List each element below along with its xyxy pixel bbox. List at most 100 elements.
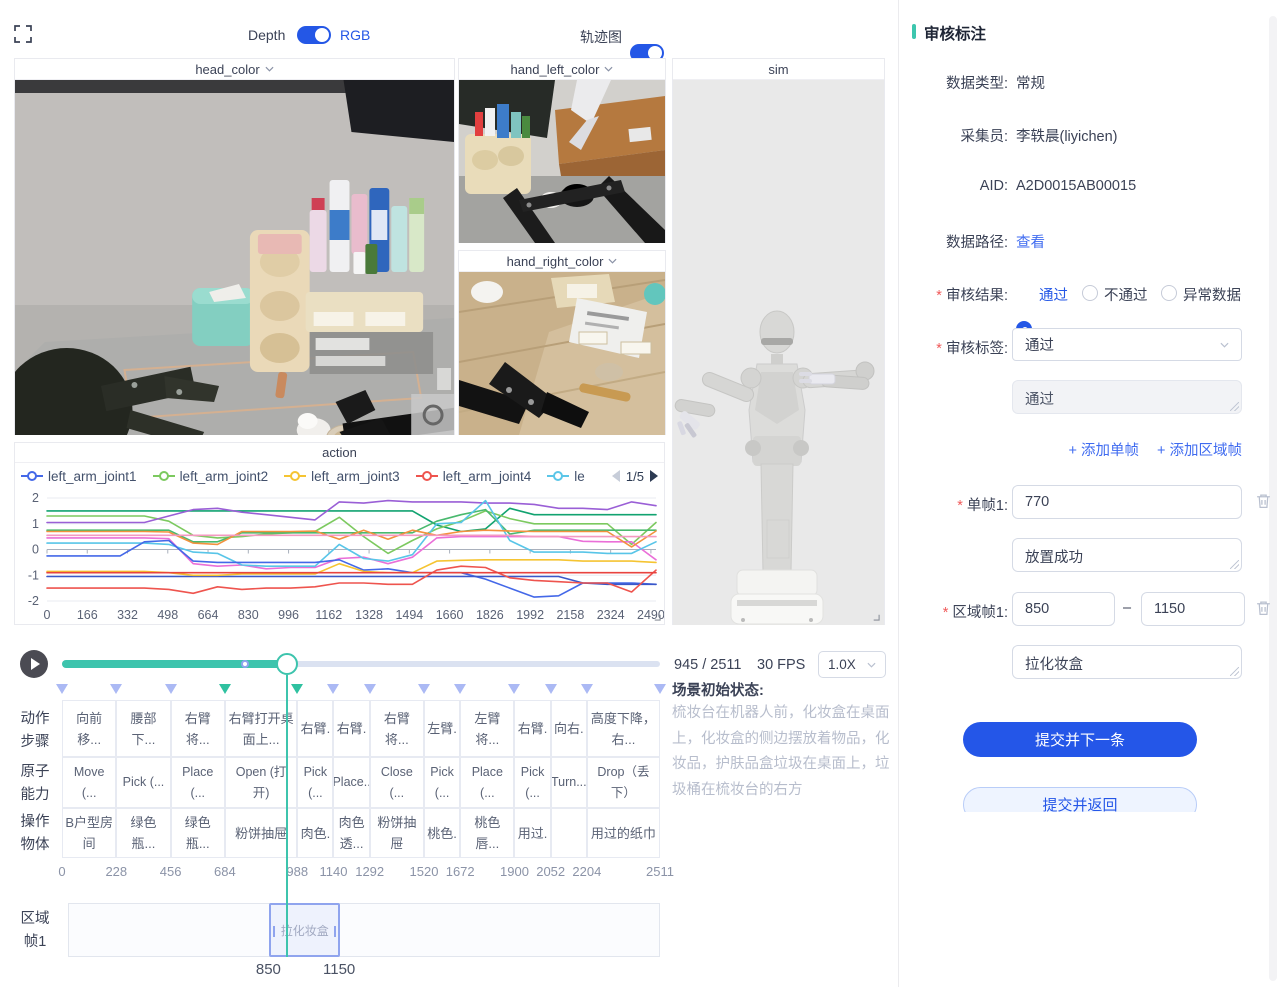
radio-fail[interactable]: [1082, 285, 1098, 301]
resize-corner-icon[interactable]: [871, 612, 880, 621]
legend-item[interactable]: left_arm_joint4: [416, 469, 532, 484]
segment-marker-icon[interactable]: [291, 684, 303, 694]
radio-abnormal[interactable]: [1161, 285, 1177, 301]
segment-marker-icon[interactable]: [364, 684, 376, 694]
svg-text:2158: 2158: [556, 608, 584, 622]
legend-next-icon[interactable]: [650, 470, 658, 482]
hand-right-camera-header[interactable]: hand_right_color: [459, 251, 665, 272]
playhead-line: [286, 675, 288, 957]
play-button[interactable]: [20, 650, 48, 678]
legend-item[interactable]: le: [547, 469, 585, 484]
review-tag-note-value: 通过: [1025, 392, 1054, 408]
fullscreen-icon[interactable]: [14, 25, 32, 43]
data-path-link[interactable]: 查看: [1016, 231, 1045, 252]
region-end-input[interactable]: [1141, 592, 1245, 626]
timeline-cell[interactable]: 左臂.: [424, 700, 460, 757]
radio-fail-label[interactable]: 不通过: [1104, 284, 1148, 305]
hand-right-camera-panel: hand_right_color: [458, 250, 666, 435]
segment-marker-icon[interactable]: [327, 684, 339, 694]
timeline-cell[interactable]: 肉色透...: [333, 808, 369, 858]
timeline-cell[interactable]: 用过.: [514, 808, 550, 858]
progress-handle[interactable]: [276, 653, 298, 675]
add-single-frame-link[interactable]: + 添加单帧: [1069, 439, 1140, 460]
legend-item[interactable]: left_arm_joint1: [21, 469, 137, 484]
segment-marker-icon[interactable]: [56, 684, 68, 694]
region-start-frame: 850: [256, 961, 281, 978]
timeline-cell[interactable]: Place (...: [171, 757, 225, 808]
timeline-cell[interactable]: 肉色.: [297, 808, 333, 858]
legend-prev-icon[interactable]: [612, 470, 620, 482]
timeline-cell[interactable]: Pick (...: [297, 757, 333, 808]
segment-marker-icon[interactable]: [110, 684, 122, 694]
head-camera-title: head_color: [195, 62, 259, 77]
timeline-cell[interactable]: Place (...: [460, 757, 514, 808]
radio-pass-label[interactable]: 通过: [1039, 284, 1068, 305]
timeline-cell[interactable]: Drop（丢下）: [587, 757, 660, 808]
timeline-cell[interactable]: 腰部下...: [116, 700, 170, 757]
resize-corner-icon[interactable]: [652, 612, 661, 621]
segment-marker-icon[interactable]: [654, 684, 666, 694]
progress-fill: [62, 660, 287, 668]
timeline-cell[interactable]: 高度下降，右...: [587, 700, 660, 757]
timeline-cell[interactable]: [551, 808, 587, 858]
segment-marker-icon[interactable]: [545, 684, 557, 694]
timeline-cell[interactable]: 向前移...: [62, 700, 116, 757]
delete-single-frame-icon[interactable]: [1255, 492, 1272, 510]
timeline-cell[interactable]: 左臂将...: [460, 700, 514, 757]
timeline-cell[interactable]: Pick (...: [514, 757, 550, 808]
timeline-cell[interactable]: Turn...: [551, 757, 587, 808]
timeline-cell[interactable]: 右臂.: [514, 700, 550, 757]
timeline-cell[interactable]: Move (...: [62, 757, 116, 808]
segment-marker-icon[interactable]: [165, 684, 177, 694]
head-camera-header[interactable]: head_color: [15, 59, 454, 80]
legend-item[interactable]: left_arm_joint3: [284, 469, 400, 484]
region-end-frame: 1150: [323, 961, 355, 978]
region-left-handle[interactable]: [273, 926, 275, 937]
region-right-handle[interactable]: [334, 926, 336, 937]
timeline-cell[interactable]: Close (...: [370, 757, 424, 808]
chevron-down-icon: [604, 66, 613, 72]
review-tag-select[interactable]: 通过: [1012, 328, 1242, 361]
timeline-cell[interactable]: Pick (...: [116, 757, 170, 808]
timeline-cell[interactable]: 绿色瓶...: [171, 808, 225, 858]
timeline-cell[interactable]: 桃色.: [424, 808, 460, 858]
review-result-label: 审核结果:: [880, 284, 1008, 305]
timeline-cell[interactable]: 向右.: [551, 700, 587, 757]
hand-left-camera-header[interactable]: hand_left_color: [459, 59, 665, 80]
region-frame-note-textarea[interactable]: 拉化妆盒: [1012, 645, 1242, 679]
timeline-cell[interactable]: 用过的纸巾: [587, 808, 660, 858]
timeline-cell[interactable]: B户型房间: [62, 808, 116, 858]
region-frame-track[interactable]: 拉化妆盒: [68, 903, 660, 957]
region-frame-segment[interactable]: 拉化妆盒: [269, 903, 340, 957]
timeline-cell[interactable]: Pick (...: [424, 757, 460, 808]
submit-next-button[interactable]: 提交并下一条: [963, 722, 1197, 757]
legend-item[interactable]: left_arm_joint2: [153, 469, 269, 484]
single-frame-note-textarea[interactable]: 放置成功: [1012, 538, 1242, 572]
timeline-cell[interactable]: 绿色瓶...: [116, 808, 170, 858]
single-frame-input[interactable]: [1012, 485, 1242, 519]
svg-text:1826: 1826: [476, 608, 504, 622]
depth-rgb-toggle[interactable]: [297, 26, 331, 44]
sim-header: sim: [673, 59, 884, 80]
radio-abnormal-label[interactable]: 异常数据: [1183, 284, 1241, 305]
head-camera-image: [15, 80, 454, 435]
segment-marker-icon[interactable]: [581, 684, 593, 694]
delete-region-frame-icon[interactable]: [1255, 599, 1272, 617]
speed-select[interactable]: 1.0X: [818, 651, 886, 678]
timeline-cell[interactable]: 右臂将...: [171, 700, 225, 757]
add-region-frame-link[interactable]: + 添加区域帧: [1157, 439, 1242, 460]
timeline-cell[interactable]: Place..: [333, 757, 369, 808]
segment-marker-icon[interactable]: [508, 684, 520, 694]
segment-marker-icon[interactable]: [454, 684, 466, 694]
timeline-cell[interactable]: 粉饼抽屉: [370, 808, 424, 858]
timeline-cell[interactable]: 右臂.: [333, 700, 369, 757]
svg-text:-2: -2: [28, 594, 39, 608]
timeline-cell[interactable]: 桃色唇...: [460, 808, 514, 858]
region-start-input[interactable]: [1012, 592, 1115, 626]
segment-marker-icon[interactable]: [219, 684, 231, 694]
submit-return-button[interactable]: 提交并返回: [963, 787, 1197, 812]
segment-marker-icon[interactable]: [418, 684, 430, 694]
timeline-cell[interactable]: 右臂将...: [370, 700, 424, 757]
rgb-label: RGB: [340, 27, 370, 43]
timeline-cell[interactable]: 右臂.: [297, 700, 333, 757]
